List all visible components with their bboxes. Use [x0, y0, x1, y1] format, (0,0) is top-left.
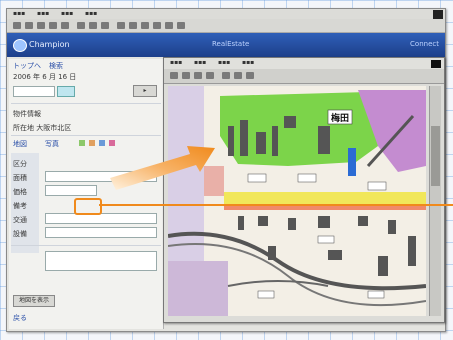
- annotation-layer: [110, 146, 215, 190]
- callout-highlight: [74, 198, 102, 215]
- callout-line: [99, 204, 453, 206]
- arrow-icon: [110, 146, 215, 190]
